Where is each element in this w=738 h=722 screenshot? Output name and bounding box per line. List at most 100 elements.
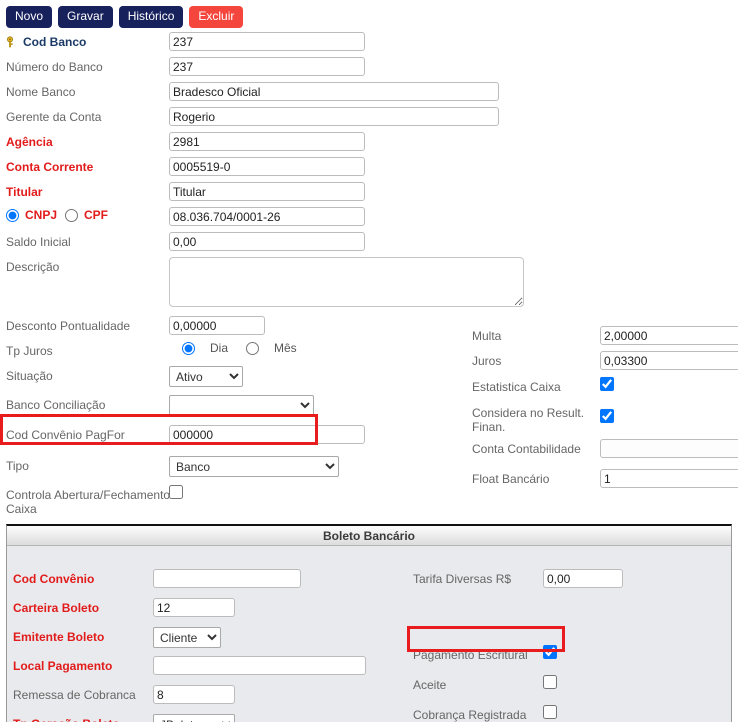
label-aceite: Aceite	[413, 675, 543, 692]
field-row-conta-contabilidade: Conta Contabilidade	[472, 439, 734, 462]
multa-input[interactable]	[600, 326, 738, 345]
considera-result-finan-checkbox[interactable]	[600, 409, 614, 423]
field-row-saldo-inicial: Saldo Inicial	[6, 232, 738, 255]
radio-cnpj-input[interactable]	[6, 209, 19, 222]
historico-button[interactable]: Histórico	[119, 6, 184, 28]
documento-input[interactable]	[169, 207, 365, 226]
remessa-cobranca-input[interactable]	[153, 685, 235, 704]
label-situacao: Situação	[6, 366, 169, 383]
cod-convenio-input[interactable]	[153, 569, 301, 588]
field-row-float-bancario: Float Bancário	[472, 469, 734, 492]
radio-cnpj-label: CNPJ	[25, 208, 57, 222]
gravar-button[interactable]: Gravar	[58, 6, 113, 28]
cod-banco-input[interactable]	[169, 32, 365, 51]
label-conta-corrente: Conta Corrente	[6, 157, 169, 174]
radio-tp-juros-dia-label: Dia	[210, 341, 228, 355]
field-row-multa: Multa	[472, 326, 734, 349]
radio-cpf-label: CPF	[84, 208, 108, 222]
label-conta-contabilidade: Conta Contabilidade	[472, 439, 600, 456]
key-icon	[6, 36, 18, 48]
label-multa: Multa	[472, 326, 600, 343]
cod-convenio-pagfor-input[interactable]	[169, 425, 365, 444]
controla-abertura-checkbox[interactable]	[169, 485, 183, 499]
cobranca-registrada-checkbox[interactable]	[543, 705, 557, 719]
descricao-textarea[interactable]	[169, 257, 524, 307]
boleto-panel-body: Cod Convênio Carteira Boleto Emitente Bo…	[7, 546, 731, 722]
label-numero-banco: Número do Banco	[6, 57, 169, 74]
field-row-titular: Titular	[6, 182, 738, 205]
field-row-considera-result-finan: Considera no Result. Finan.	[472, 403, 734, 434]
boleto-right-column: Tarifa Diversas R$ Pagamento Escritural …	[413, 560, 733, 722]
label-descricao: Descrição	[6, 257, 169, 274]
boleto-panel-title: Boleto Bancário	[7, 526, 731, 546]
conta-contabilidade-input[interactable]	[600, 439, 738, 458]
banco-conciliacao-select[interactable]	[169, 395, 314, 416]
main-form: Cod Banco Número do Banco Nome Banco Ger…	[0, 32, 738, 516]
estatistica-caixa-checkbox[interactable]	[600, 377, 614, 391]
field-row-tarifa-diversas: Tarifa Diversas R$	[413, 569, 733, 592]
tarifa-diversas-input[interactable]	[543, 569, 623, 588]
label-remessa-cobranca: Remessa de Cobranca	[13, 685, 153, 702]
situacao-select[interactable]: Ativo	[169, 366, 243, 387]
radio-tp-juros-mes-label: Mês	[274, 341, 297, 355]
local-pagamento-input[interactable]	[153, 656, 366, 675]
label-pagamento-escritural: Pagamento Escritural	[413, 645, 543, 662]
field-row-juros: Juros %	[472, 351, 734, 374]
label-gerente-conta: Gerente da Conta	[6, 107, 169, 124]
label-tp-juros: Tp Juros	[6, 341, 169, 358]
tipo-select[interactable]: Banco	[169, 456, 339, 477]
novo-button[interactable]: Novo	[6, 6, 52, 28]
radio-cnpj[interactable]: CNPJ	[6, 208, 57, 222]
label-juros: Juros	[472, 351, 600, 368]
field-row-descricao: Descrição	[6, 257, 738, 313]
field-row-aceite: Aceite	[413, 675, 733, 698]
label-float-bancario: Float Bancário	[472, 469, 600, 486]
radio-tp-juros-mes[interactable]: Mês	[246, 341, 297, 355]
excluir-button[interactable]: Excluir	[189, 6, 243, 28]
field-row-gerente-conta: Gerente da Conta	[6, 107, 738, 130]
radio-tp-juros-mes-input[interactable]	[246, 342, 259, 355]
aceite-checkbox[interactable]	[543, 675, 557, 689]
toolbar: Novo Gravar Histórico Excluir	[0, 0, 738, 32]
label-local-pagamento: Local Pagamento	[13, 656, 153, 673]
radio-cpf[interactable]: CPF	[65, 208, 108, 222]
label-considera-result-finan: Considera no Result. Finan.	[472, 403, 600, 434]
label-estatistica-caixa: Estatistica Caixa	[472, 377, 600, 394]
desconto-pontualidade-input[interactable]	[169, 316, 265, 335]
field-row-agencia: Agência	[6, 132, 738, 155]
juros-input[interactable]	[600, 351, 738, 370]
label-cobranca-registrada: Cobrança Registrada	[413, 705, 543, 722]
field-row-estatistica-caixa: Estatistica Caixa	[472, 377, 734, 400]
label-nome-banco: Nome Banco	[6, 82, 169, 99]
label-banco-conciliacao: Banco Conciliação	[6, 395, 169, 412]
titular-input[interactable]	[169, 182, 365, 201]
right-column: Multa Juros % Estatistica Caixa Consider…	[472, 326, 734, 494]
radio-cpf-input[interactable]	[65, 209, 78, 222]
field-row-cod-banco: Cod Banco	[6, 32, 738, 55]
label-saldo-inicial: Saldo Inicial	[6, 232, 169, 249]
label-titular: Titular	[6, 182, 169, 199]
radio-tp-juros-dia-input[interactable]	[182, 342, 195, 355]
label-tipo: Tipo	[6, 456, 169, 473]
carteira-boleto-input[interactable]	[153, 598, 235, 617]
nome-banco-input[interactable]	[169, 82, 499, 101]
saldo-inicial-input[interactable]	[169, 232, 365, 251]
pagamento-escritural-checkbox[interactable]	[543, 645, 557, 659]
conta-corrente-input[interactable]	[169, 157, 365, 176]
boleto-bancario-panel: Boleto Bancário Cod Convênio Carteira Bo…	[6, 524, 732, 722]
gerente-conta-input[interactable]	[169, 107, 499, 126]
emitente-boleto-select[interactable]: Cliente	[153, 627, 221, 648]
agencia-input[interactable]	[169, 132, 365, 151]
label-emitente-boleto: Emitente Boleto	[13, 627, 153, 644]
float-bancario-input[interactable]	[600, 469, 738, 488]
label-tp-geracao-boleto: Tp Geração Boleto	[13, 714, 153, 722]
numero-banco-input[interactable]	[169, 57, 365, 76]
radio-tp-juros-dia[interactable]: Dia	[182, 341, 228, 355]
field-row-cobranca-registrada: Cobrança Registrada	[413, 705, 733, 722]
label-cod-banco-text: Cod Banco	[23, 35, 86, 49]
label-cod-banco: Cod Banco	[6, 32, 169, 49]
field-row-numero-banco: Número do Banco	[6, 57, 738, 80]
label-documento-tipo: CNPJ CPF	[6, 207, 169, 222]
tp-geracao-boleto-select[interactable]: JBoleto	[153, 714, 235, 722]
label-tarifa-diversas: Tarifa Diversas R$	[413, 569, 543, 586]
